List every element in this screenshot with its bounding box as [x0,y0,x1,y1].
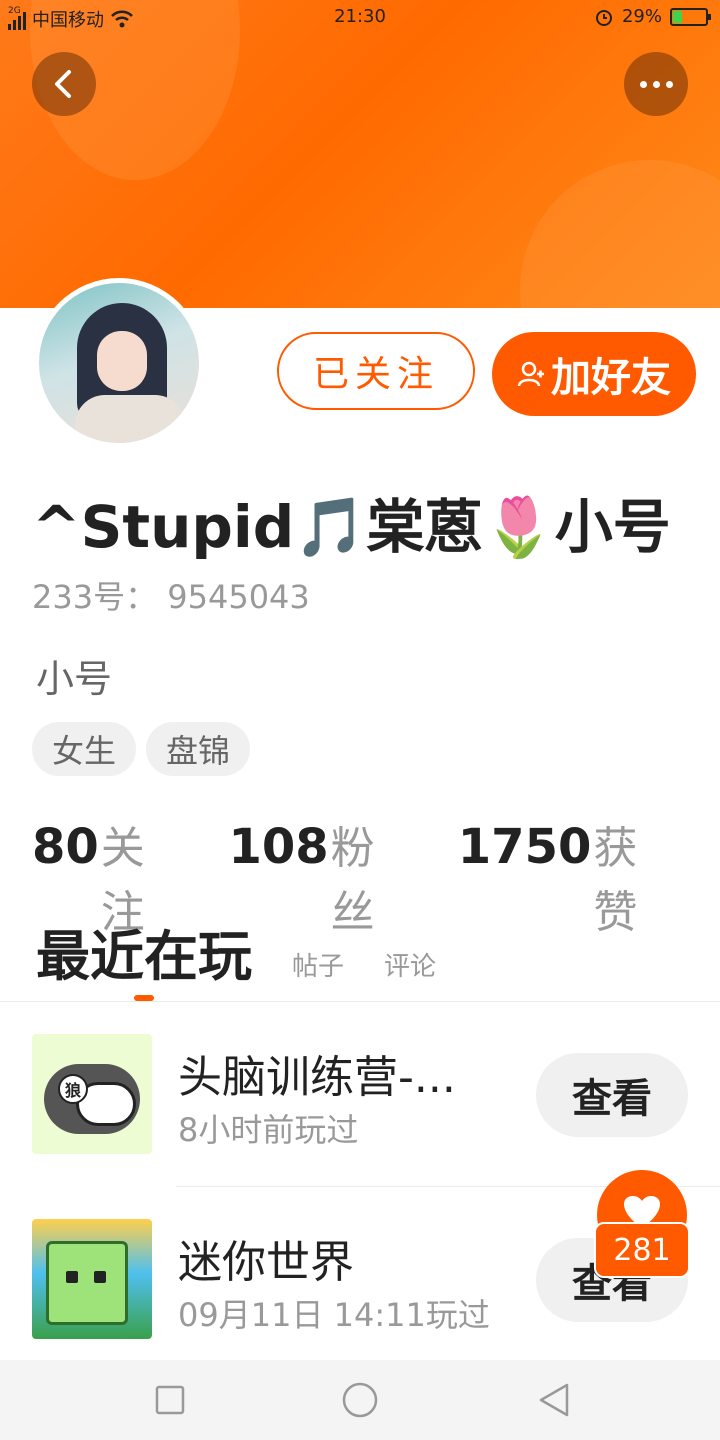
square-icon [155,1385,185,1415]
tab-recently-played[interactable]: 最近在玩 [36,912,252,991]
home-button[interactable] [340,1380,380,1420]
game-title: 头脑训练营-... [178,1052,456,1103]
profile-tags: 女生 盘锦 [32,722,251,776]
view-button[interactable]: 查看 [536,1053,688,1137]
profile-bio: 小号 [36,657,113,701]
status-bar: 2G 中国移动 21:30 29% [0,0,720,34]
tab-comments[interactable]: 评论 [384,946,436,983]
profile-name: ^Stupid🎵棠蒽🌷小号 [32,493,671,561]
game-thumbnail [32,1219,152,1339]
stat-value: 108 [228,819,329,875]
recent-apps-button[interactable] [150,1380,190,1420]
game-last-played: 09月11日 14:11玩过 [178,1296,490,1334]
add-friend-label: 加好友 [551,355,671,401]
game-thumbnail: 狼 [32,1034,152,1154]
like-count[interactable]: 281 [594,1222,690,1278]
more-button[interactable] [624,52,688,116]
followed-button[interactable]: 已关注 [277,332,475,410]
alarm-icon [595,9,612,26]
chevron-left-icon [55,70,71,98]
tag-gender: 女生 [32,722,137,776]
back-button[interactable] [32,52,96,116]
avatar-image [39,283,199,443]
system-back-button[interactable] [534,1380,574,1420]
stat-label: 获赞 [593,823,638,938]
circle-icon [342,1382,378,1418]
add-friend-button[interactable]: 加好友 [492,332,696,416]
battery-icon [670,7,711,26]
battery-percent: 29% [621,6,662,27]
tag-location: 盘锦 [146,722,251,776]
user-id[interactable]: 233号： 9545043 [32,572,310,618]
tab-posts[interactable]: 帖子 [292,946,344,983]
stat-value: 80 [32,819,99,875]
profile-banner [0,0,720,308]
add-user-icon [517,361,544,387]
game-title: 迷你世界 [178,1237,354,1288]
stat-value: 1750 [457,819,592,875]
triangle-back-icon [539,1383,569,1417]
list-item[interactable]: 狼 头脑训练营-... 8小时前玩过 查看 [0,1001,720,1186]
thumb-badge: 狼 [58,1074,88,1104]
banner-decoration [520,160,720,308]
more-dots-icon [639,80,673,88]
system-nav-bar [0,1360,720,1440]
game-last-played: 8小时前玩过 [178,1111,359,1149]
stat-likes: 1750 获赞 [458,812,678,940]
profile-tabs: 最近在玩 帖子 评论 [36,912,436,991]
avatar[interactable] [34,278,204,448]
